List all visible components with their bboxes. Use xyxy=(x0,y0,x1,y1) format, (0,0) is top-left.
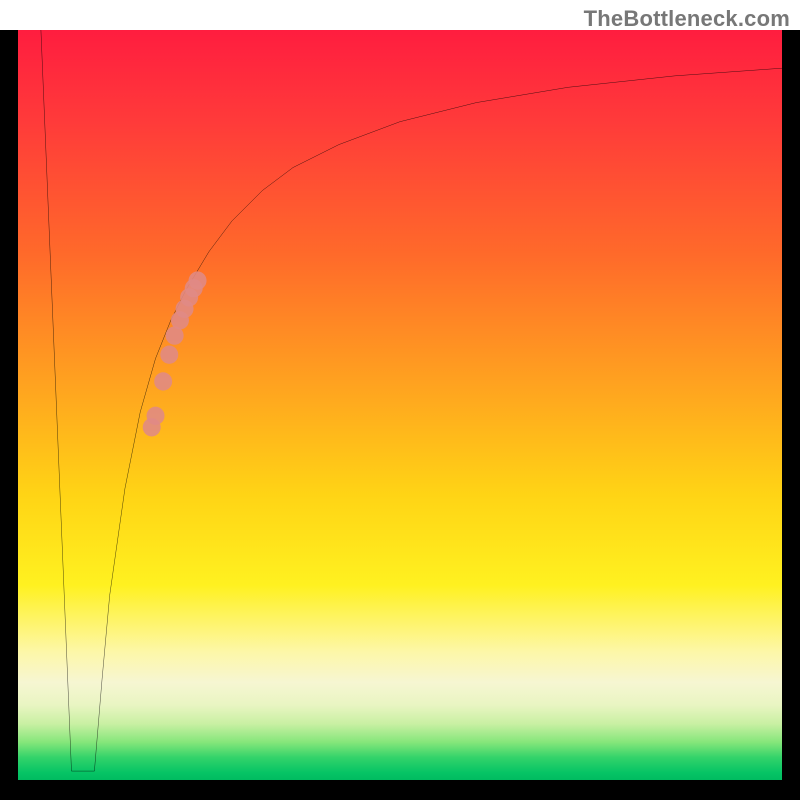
highlight-markers xyxy=(143,271,207,436)
axes-frame xyxy=(0,30,800,800)
attribution-text: TheBottleneck.com xyxy=(584,6,790,32)
highlight-marker xyxy=(154,372,172,390)
highlight-marker xyxy=(189,271,207,289)
plot-area xyxy=(18,30,782,780)
marker-layer xyxy=(18,30,782,780)
highlight-marker xyxy=(160,346,178,364)
highlight-marker xyxy=(147,407,165,425)
